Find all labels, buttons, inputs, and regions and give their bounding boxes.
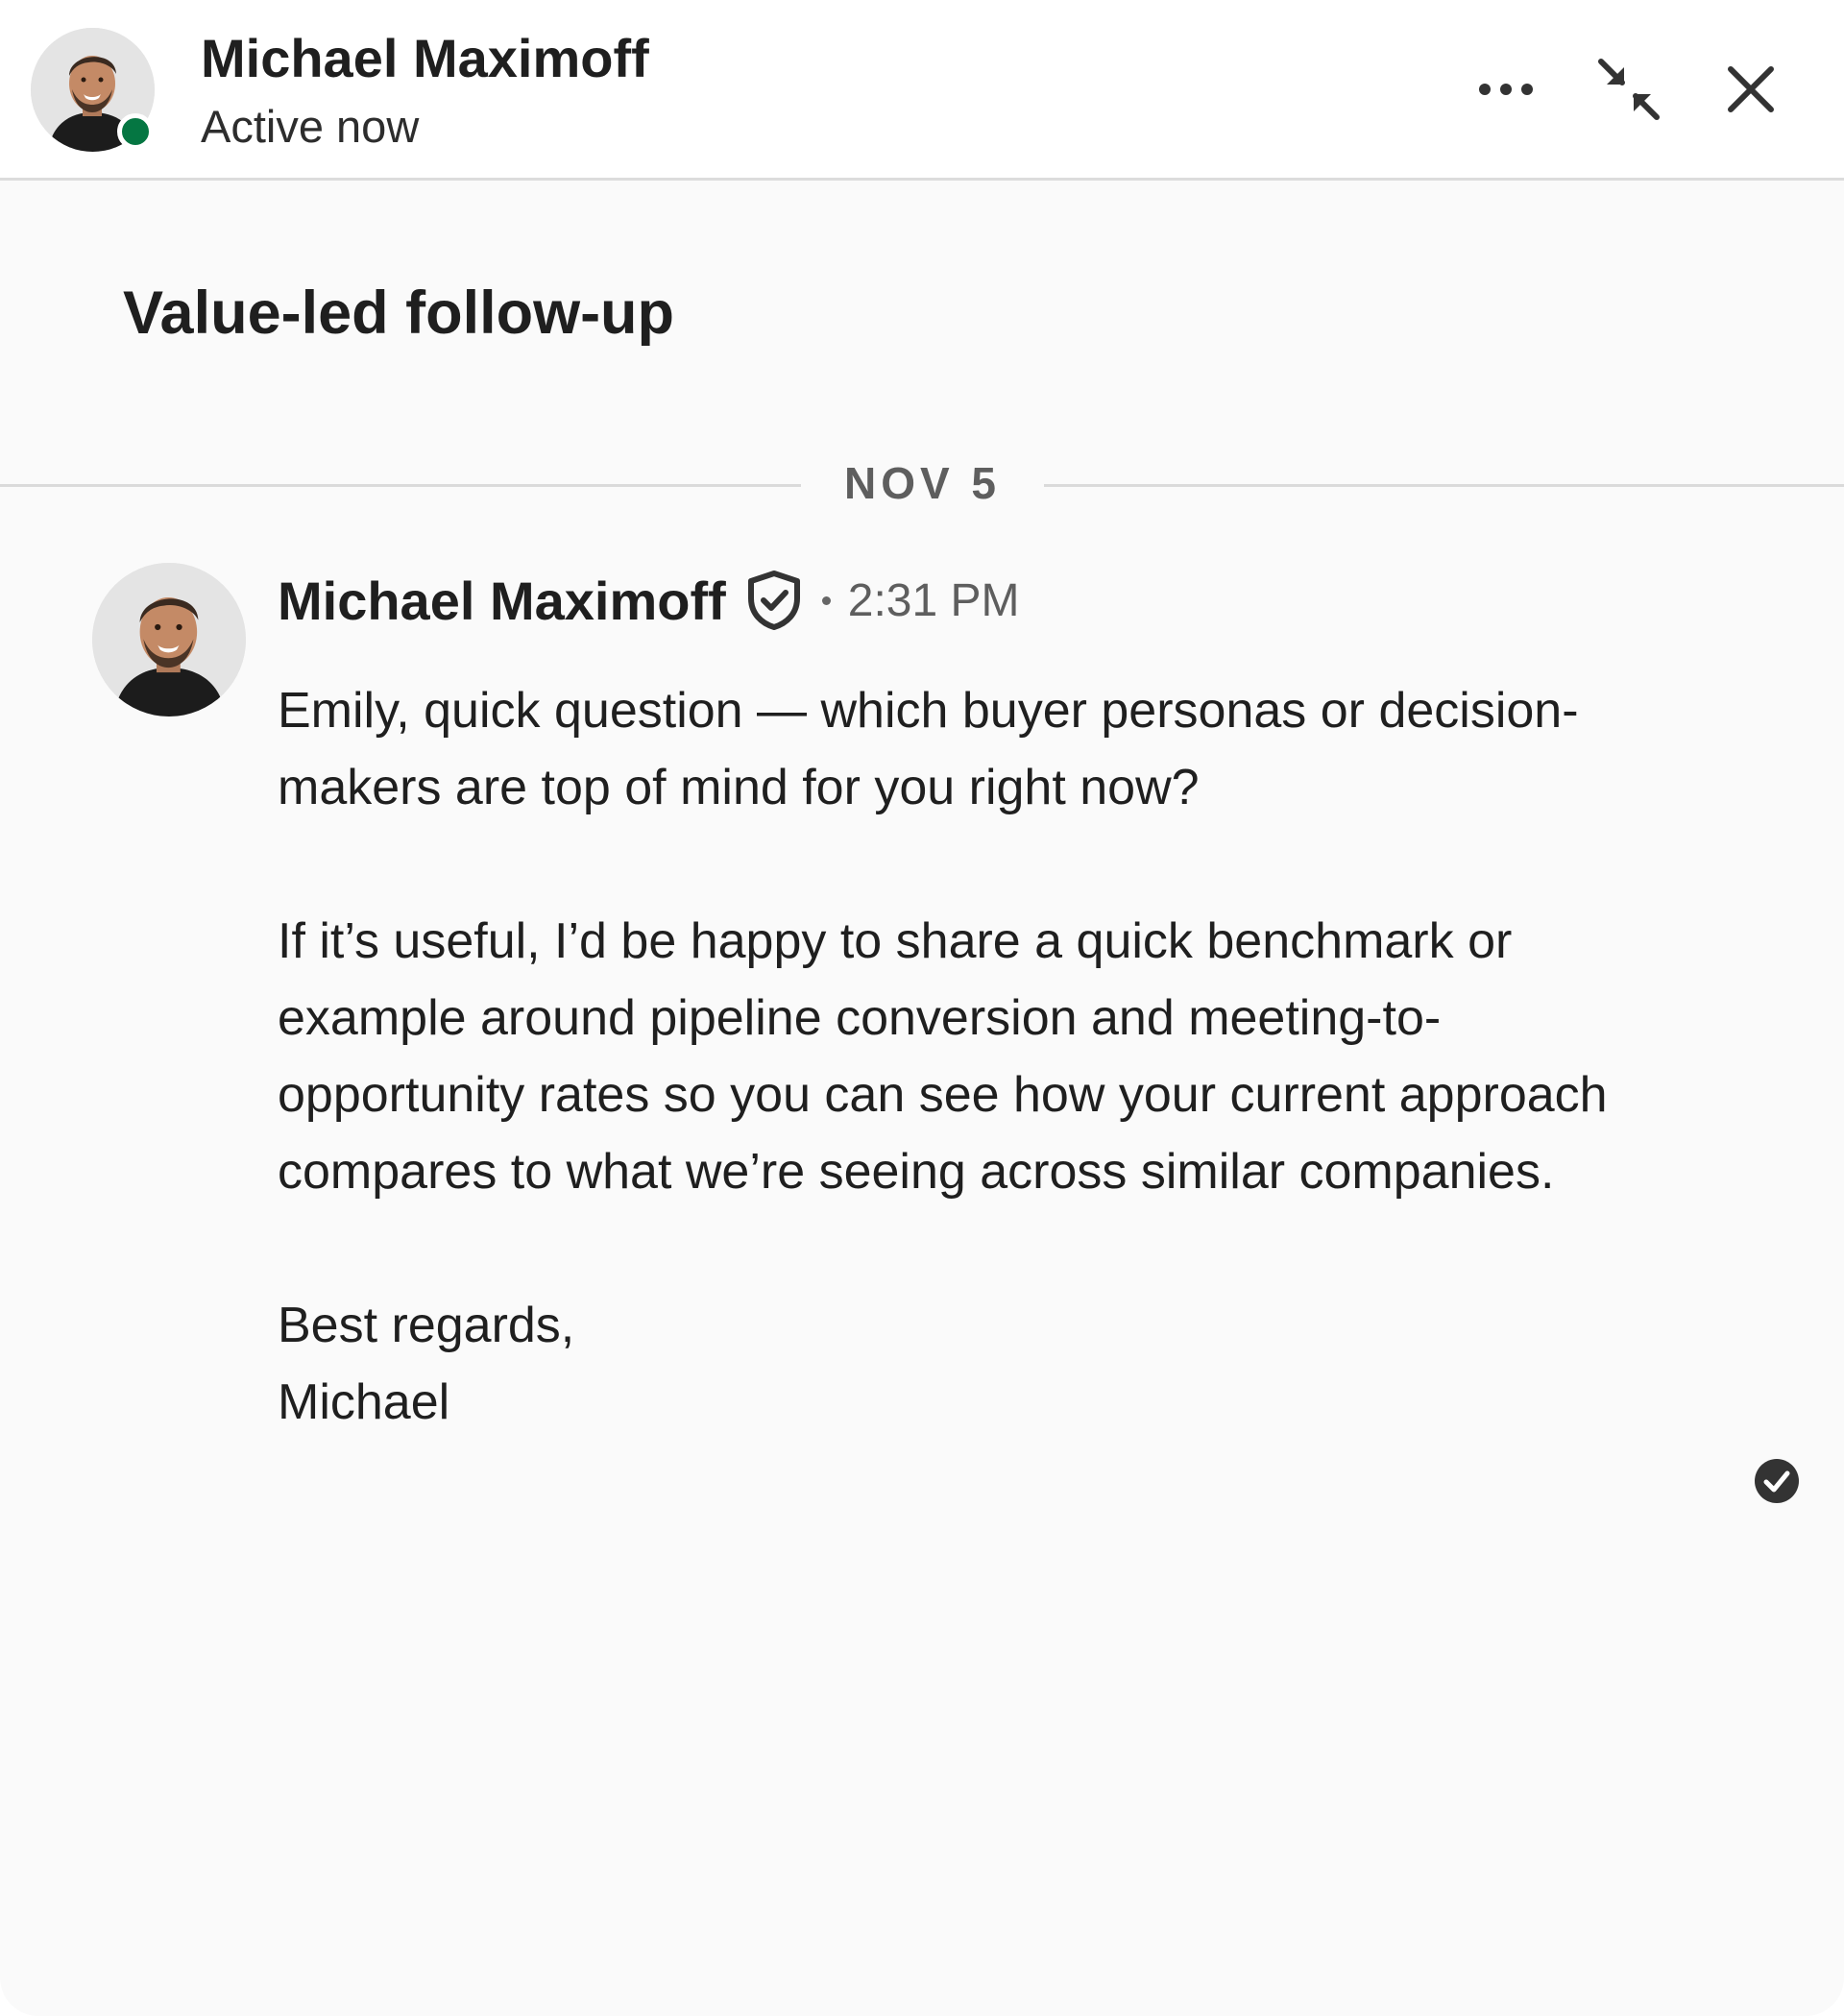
more-options-button[interactable]: [1463, 46, 1549, 133]
online-status-dot: [117, 113, 154, 150]
sender-name[interactable]: Michael Maximoff: [278, 570, 726, 632]
conversation-subject: Value-led follow-up: [123, 279, 675, 347]
message-body: Emily, quick question — which buyer pers…: [278, 672, 1641, 1441]
messaging-window: Michael Maximoff Active now Value-led fo…: [0, 0, 1844, 2016]
conversation-header: Michael Maximoff Active now: [0, 0, 1844, 181]
sender-avatar[interactable]: [92, 563, 246, 717]
minimize-button[interactable]: [1586, 46, 1672, 133]
verified-shield-icon: [745, 570, 803, 631]
minimize-arrows-icon: [1598, 59, 1660, 120]
message-signature: Michael: [278, 1374, 450, 1430]
avatar-photo: [92, 563, 246, 717]
date-divider-line: [1044, 484, 1844, 487]
message-header: Michael Maximoff 2:31 PM: [278, 567, 1020, 634]
message-timestamp: 2:31 PM: [847, 574, 1020, 626]
message-paragraph: Emily, quick question — which buyer pers…: [278, 683, 1579, 815]
close-button[interactable]: [1708, 46, 1794, 133]
date-divider-line: [0, 484, 801, 487]
message-closing: Best regards,: [278, 1298, 575, 1353]
check-circle-icon: [1754, 1458, 1800, 1504]
presence-status: Active now: [201, 101, 420, 152]
contact-name[interactable]: Michael Maximoff: [201, 27, 649, 89]
close-icon: [1728, 66, 1774, 112]
more-horizontal-icon: [1479, 84, 1533, 95]
date-divider: NOV 5: [843, 458, 1002, 508]
message-paragraph: If it’s useful, I’d be happy to share a …: [278, 913, 1608, 1200]
separator-dot: [821, 595, 831, 605]
